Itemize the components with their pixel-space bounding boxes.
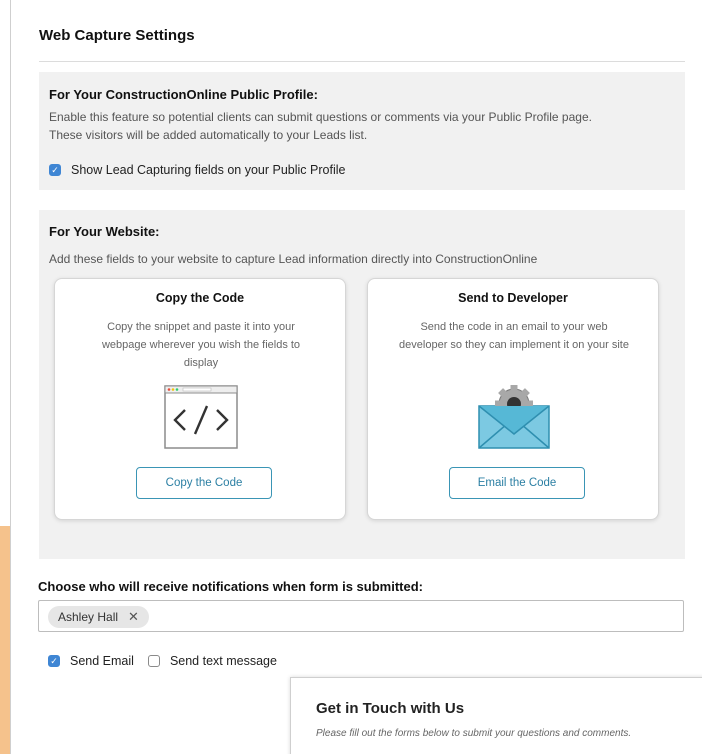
web-capture-settings-panel: Web Capture Settings For Your Constructi… bbox=[10, 0, 702, 754]
code-window-icon bbox=[164, 385, 238, 449]
email-gear-icon bbox=[478, 385, 550, 449]
public-profile-description-line1: Enable this feature so potential clients… bbox=[49, 110, 592, 124]
preview-title: Get in Touch with Us bbox=[316, 700, 465, 717]
preview-subtitle: Please fill out the forms below to submi… bbox=[316, 728, 632, 739]
website-section: For Your Website: Add these fields to yo… bbox=[39, 210, 685, 559]
public-profile-description-line2: These visitors will be added automatical… bbox=[49, 128, 368, 142]
notifications-heading: Choose who will receive notifications wh… bbox=[38, 579, 423, 594]
recipients-input[interactable]: Ashley Hall ✕ bbox=[38, 600, 684, 632]
copy-code-card-description: Copy the snippet and paste it into your … bbox=[101, 321, 301, 369]
copy-code-card-title: Copy the Code bbox=[155, 291, 245, 305]
remove-recipient-icon[interactable]: ✕ bbox=[128, 609, 139, 625]
page-title: Web Capture Settings bbox=[39, 27, 195, 44]
recipient-chip: Ashley Hall ✕ bbox=[48, 606, 149, 628]
email-code-button[interactable]: Email the Code bbox=[449, 467, 585, 499]
title-divider bbox=[39, 61, 685, 62]
send-email-checkbox[interactable]: ✓ bbox=[48, 655, 60, 667]
send-text-checkbox[interactable] bbox=[147, 655, 160, 667]
show-lead-fields-label: Show Lead Capturing fields on your Publi… bbox=[71, 163, 346, 177]
send-developer-card-description: Send the code in an email to your web de… bbox=[399, 321, 629, 351]
accent-strip bbox=[0, 526, 10, 754]
public-profile-heading: For Your ConstructionOnline Public Profi… bbox=[49, 87, 318, 102]
recipient-name: Ashley Hall bbox=[58, 610, 119, 624]
copy-code-card: Copy the Code Copy the snippet and paste… bbox=[54, 278, 346, 520]
notification-options: ✓ Send Email Send text message bbox=[48, 654, 277, 668]
website-description: Add these fields to your website to capt… bbox=[49, 252, 538, 266]
send-developer-card: Send to Developer Send the code in an em… bbox=[367, 278, 659, 520]
send-email-label: Send Email bbox=[70, 654, 134, 668]
send-text-label: Send text message bbox=[169, 654, 277, 668]
copy-code-button[interactable]: Copy the Code bbox=[136, 467, 272, 499]
website-heading: For Your Website: bbox=[49, 224, 160, 239]
show-lead-fields-checkbox[interactable]: ✓ bbox=[49, 164, 61, 176]
send-developer-card-title: Send to Developer bbox=[458, 291, 568, 305]
public-profile-section: For Your ConstructionOnline Public Profi… bbox=[39, 72, 685, 190]
show-lead-fields-row[interactable]: ✓ Show Lead Capturing fields on your Pub… bbox=[49, 163, 345, 177]
form-preview: Get in Touch with Us Please fill out the… bbox=[290, 677, 702, 754]
